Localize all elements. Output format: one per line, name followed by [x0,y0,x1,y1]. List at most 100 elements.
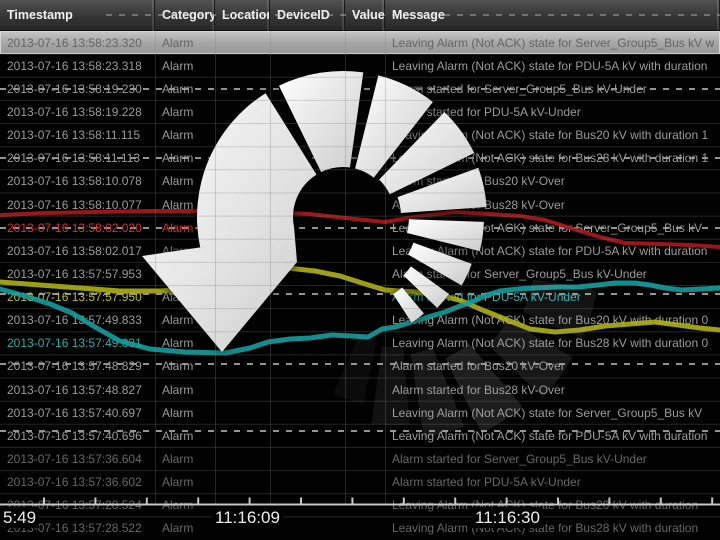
table-row[interactable]: 2013-07-16 13:58:11.113AlarmLeaving Alar… [0,147,720,170]
cell-value [345,332,385,355]
cell-category: Alarm [155,378,215,401]
cell-ts: 2013-07-16 13:57:48.827 [0,378,155,401]
cell-location [215,193,270,216]
table-row[interactable]: 2013-07-16 13:57:57.953Alarm Alarm starte… [0,262,720,285]
table-row[interactable]: 2013-07-16 13:57:48.827AlarmAlarm starte… [0,378,720,401]
cell-device [270,471,345,494]
cell-value [345,494,385,517]
cell-ts: 2013-07-16 13:58:11.115 [0,124,155,147]
cell-ts: 2013-07-16 13:57:40.697 [0,401,155,424]
cell-value [345,100,385,123]
table-row[interactable]: 2013-07-16 13:58:19.228AlarmAlarm starte… [0,100,720,123]
table-row[interactable]: 2013-07-16 13:57:36.604AlarmAlarm starte… [0,447,720,470]
cell-value [345,262,385,285]
cell-value [345,517,385,540]
cell-ts: 2013-07-16 13:58:10.078 [0,170,155,193]
cell-device [270,170,345,193]
cell-category: Alarm [155,193,215,216]
table-row[interactable]: 2013-07-16 13:58:10.077AlarmAlarm starte… [0,193,720,216]
cell-ts: 2013-07-16 13:57:57.950 [0,285,155,308]
cell-device [270,193,345,216]
header-dashed-gridline [106,14,720,16]
table-row[interactable]: 2013-07-16 13:58:11.115Alarm Leaving Alar… [0,124,720,147]
table-row[interactable]: 2013-07-16 13:57:36.602Alarm Alarm starte… [0,471,720,494]
cell-location [215,147,270,170]
cell-category: Alarm [155,309,215,332]
table-row[interactable]: 2013-07-16 13:57:40.696AlarmLeaving Alar… [0,424,720,447]
cell-value [345,285,385,308]
table-row[interactable]: 2013-07-16 13:58:02.017AlarmLeaving Alar… [0,239,720,262]
table-row[interactable]: 2013-07-16 13:58:23.318AlarmLeaving Alar… [0,54,720,77]
cell-category: Alarm [155,424,215,447]
cell-value [345,447,385,470]
cell-ts: 2013-07-16 13:57:48.829 [0,355,155,378]
cell-message: Alarm started for PDU-5A kV-Under [385,471,720,494]
cell-message: Alarm started for PDU-5A kV-Under [385,285,720,308]
table-row[interactable]: 2013-07-16 13:57:28.524AlarmLeaving Alar… [0,494,720,517]
cell-ts: 2013-07-16 13:58:19.230 [0,77,155,100]
cell-location [215,124,270,147]
cell-value [345,77,385,100]
cell-message: Alarm started for Server_Group5_Bus kV-U… [385,262,720,285]
cell-message: Alarm started for Bus20 kV-Over [385,170,720,193]
cell-location [215,401,270,424]
cell-ts: 2013-07-16 13:57:57.953 [0,262,155,285]
cell-message: Leaving Alarm (Not ACK) state for Bus28 … [385,517,720,540]
cell-value [345,378,385,401]
cell-device [270,77,345,100]
cell-device [270,54,345,77]
cell-message: Leaving Alarm (Not ACK) state for Server… [385,216,720,239]
cell-category: Alarm [155,471,215,494]
cell-message: Leaving Alarm (Not ACK) state for Bus28 … [385,147,720,170]
cell-value [345,147,385,170]
cell-location [215,170,270,193]
cell-device [270,147,345,170]
cell-category: Alarm [155,262,215,285]
cell-message: Leaving Alarm (Not ACK) state for Server… [385,401,720,424]
table-row[interactable]: 2013-07-16 13:58:02.020AlarmLeaving Alar… [0,216,720,239]
cell-category: Alarm [155,239,215,262]
cell-ts: 2013-07-16 13:57:36.602 [0,471,155,494]
cell-value [345,239,385,262]
table-row[interactable]: 2013-07-16 13:57:57.950AlarmAlarm starte… [0,285,720,308]
cell-ts: 2013-07-16 13:58:02.020 [0,216,155,239]
cell-message: Alarm started for PDU-5A kV-Under [385,100,720,123]
cell-location [215,285,270,308]
cell-category: Alarm [155,124,215,147]
table-row[interactable]: 2013-07-16 13:57:49.833AlarmLeaving Alar… [0,309,720,332]
table-row[interactable]: 2013-07-16 13:57:40.697AlarmLeaving Alar… [0,401,720,424]
cell-device [270,332,345,355]
cell-category: Alarm [155,31,215,54]
table-header-row: TimestampCategoryLocationDeviceIDValueMe… [0,0,720,31]
cell-category: Alarm [155,494,215,517]
cell-value [345,124,385,147]
cell-device [270,401,345,424]
table-row[interactable]: 2013-07-16 13:58:23.320AlarmLeaving Alar… [0,31,720,54]
cell-ts: 2013-07-16 13:58:23.318 [0,54,155,77]
table-row[interactable]: 2013-07-16 13:57:28.522AlarmLeaving Alar… [0,517,720,540]
cell-category: Alarm [155,100,215,123]
cell-value [345,309,385,332]
time-axis-label: 5:49 [0,507,39,528]
cell-location [215,471,270,494]
table-row[interactable]: 2013-07-16 13:57:48.829AlarmAlarm starte… [0,355,720,378]
table-row[interactable]: 2013-07-16 13:58:10.078Alarm Alarm starte… [0,170,720,193]
table-row[interactable]: 2013-07-16 13:58:19.230AlarmAlarm starte… [0,77,720,100]
alarm-log-screen: TimestampCategoryLocationDeviceIDValueMe… [0,0,720,540]
cell-ts: 2013-07-16 13:58:02.017 [0,239,155,262]
cell-value [345,193,385,216]
cell-location [215,239,270,262]
cell-message: Leaving Alarm (Not ACK) state for Bus20 … [385,124,720,147]
cell-category: Alarm [155,517,215,540]
cell-category: Alarm [155,77,215,100]
cell-location [215,447,270,470]
cell-ts: 2013-07-16 13:58:10.077 [0,193,155,216]
cell-device [270,31,345,54]
cell-location [215,262,270,285]
cell-category: Alarm [155,170,215,193]
cell-value [345,170,385,193]
cell-message: Leaving Alarm (Not ACK) state for PDU-5A… [385,424,720,447]
cell-category: Alarm [155,355,215,378]
cell-value [345,424,385,447]
table-row[interactable]: 2013-07-16 13:57:49.831AlarmLeaving Alar… [0,332,720,355]
